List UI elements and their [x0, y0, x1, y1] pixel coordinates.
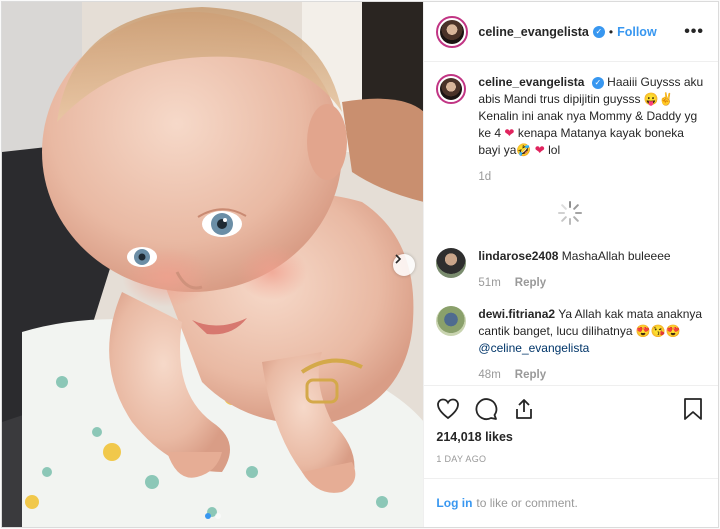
- header-separator: •: [608, 24, 614, 39]
- baby-photo: [2, 2, 424, 527]
- post-sidebar: celine_evangelista ✓ • Follow ••• celine…: [423, 2, 718, 527]
- share-icon[interactable]: [512, 397, 536, 421]
- follow-button[interactable]: Follow: [617, 25, 657, 39]
- comments-section: celine_evangelista ✓ Haaiii Guysss aku a…: [424, 62, 718, 385]
- post-actions: 214,018 likes 1 DAY AGO: [424, 385, 718, 478]
- more-options-icon[interactable]: •••: [684, 23, 704, 41]
- loading-spinner: [436, 200, 704, 226]
- reply-button[interactable]: Reply: [515, 367, 546, 384]
- mention-link[interactable]: @celine_evangelista: [478, 341, 589, 355]
- caption: celine_evangelista ✓ Haaiii Guysss aku a…: [436, 74, 704, 186]
- caption-time: 1d: [478, 171, 492, 183]
- heart-emoji: ❤: [534, 143, 545, 157]
- avatar[interactable]: [436, 15, 469, 48]
- commenter-avatar[interactable]: [436, 306, 467, 336]
- login-link[interactable]: Log in: [436, 496, 472, 510]
- chevron-right-icon: [395, 254, 402, 264]
- commenter-avatar[interactable]: [436, 248, 467, 278]
- comment-icon[interactable]: [474, 397, 498, 421]
- caption-username[interactable]: celine_evangelista: [478, 75, 584, 89]
- comment-time: 51m: [478, 277, 501, 289]
- login-prompt: Log in to like or comment.: [424, 478, 718, 527]
- bookmark-icon[interactable]: [682, 397, 704, 421]
- comment-item: lindarose2408 MashaAllah buleeee 51m Rep…: [436, 248, 704, 292]
- caption-avatar[interactable]: [436, 74, 467, 104]
- next-photo-button[interactable]: [393, 254, 415, 276]
- comment-username[interactable]: dewi.fitriana2: [478, 307, 555, 321]
- heart-emoji: ❤: [504, 126, 515, 140]
- verified-icon: ✓: [591, 76, 604, 89]
- post-photo: [2, 2, 424, 527]
- caption-text-3: lol: [544, 143, 561, 157]
- comment-text: MashaAllah buleeee: [561, 249, 671, 263]
- comment-username[interactable]: lindarose2408: [478, 249, 558, 263]
- post-container: celine_evangelista ✓ • Follow ••• celine…: [1, 1, 719, 528]
- heart-icon[interactable]: [436, 397, 460, 421]
- carousel-dot-active: [204, 513, 211, 519]
- login-text: to like or comment.: [476, 496, 578, 510]
- comment-item: dewi.fitriana2 Ya Allah kak mata anaknya…: [436, 306, 704, 384]
- carousel-dot: [214, 513, 221, 519]
- post-header: celine_evangelista ✓ • Follow •••: [424, 2, 718, 62]
- likes-count[interactable]: 214,018 likes: [436, 430, 704, 444]
- comment-time: 48m: [478, 369, 501, 381]
- carousel-dots: [2, 513, 423, 519]
- reply-button[interactable]: Reply: [515, 275, 546, 292]
- header-username[interactable]: celine_evangelista: [478, 25, 588, 39]
- post-date: 1 DAY AGO: [436, 454, 487, 464]
- verified-icon: ✓: [592, 25, 605, 38]
- spinner-icon: [558, 201, 583, 225]
